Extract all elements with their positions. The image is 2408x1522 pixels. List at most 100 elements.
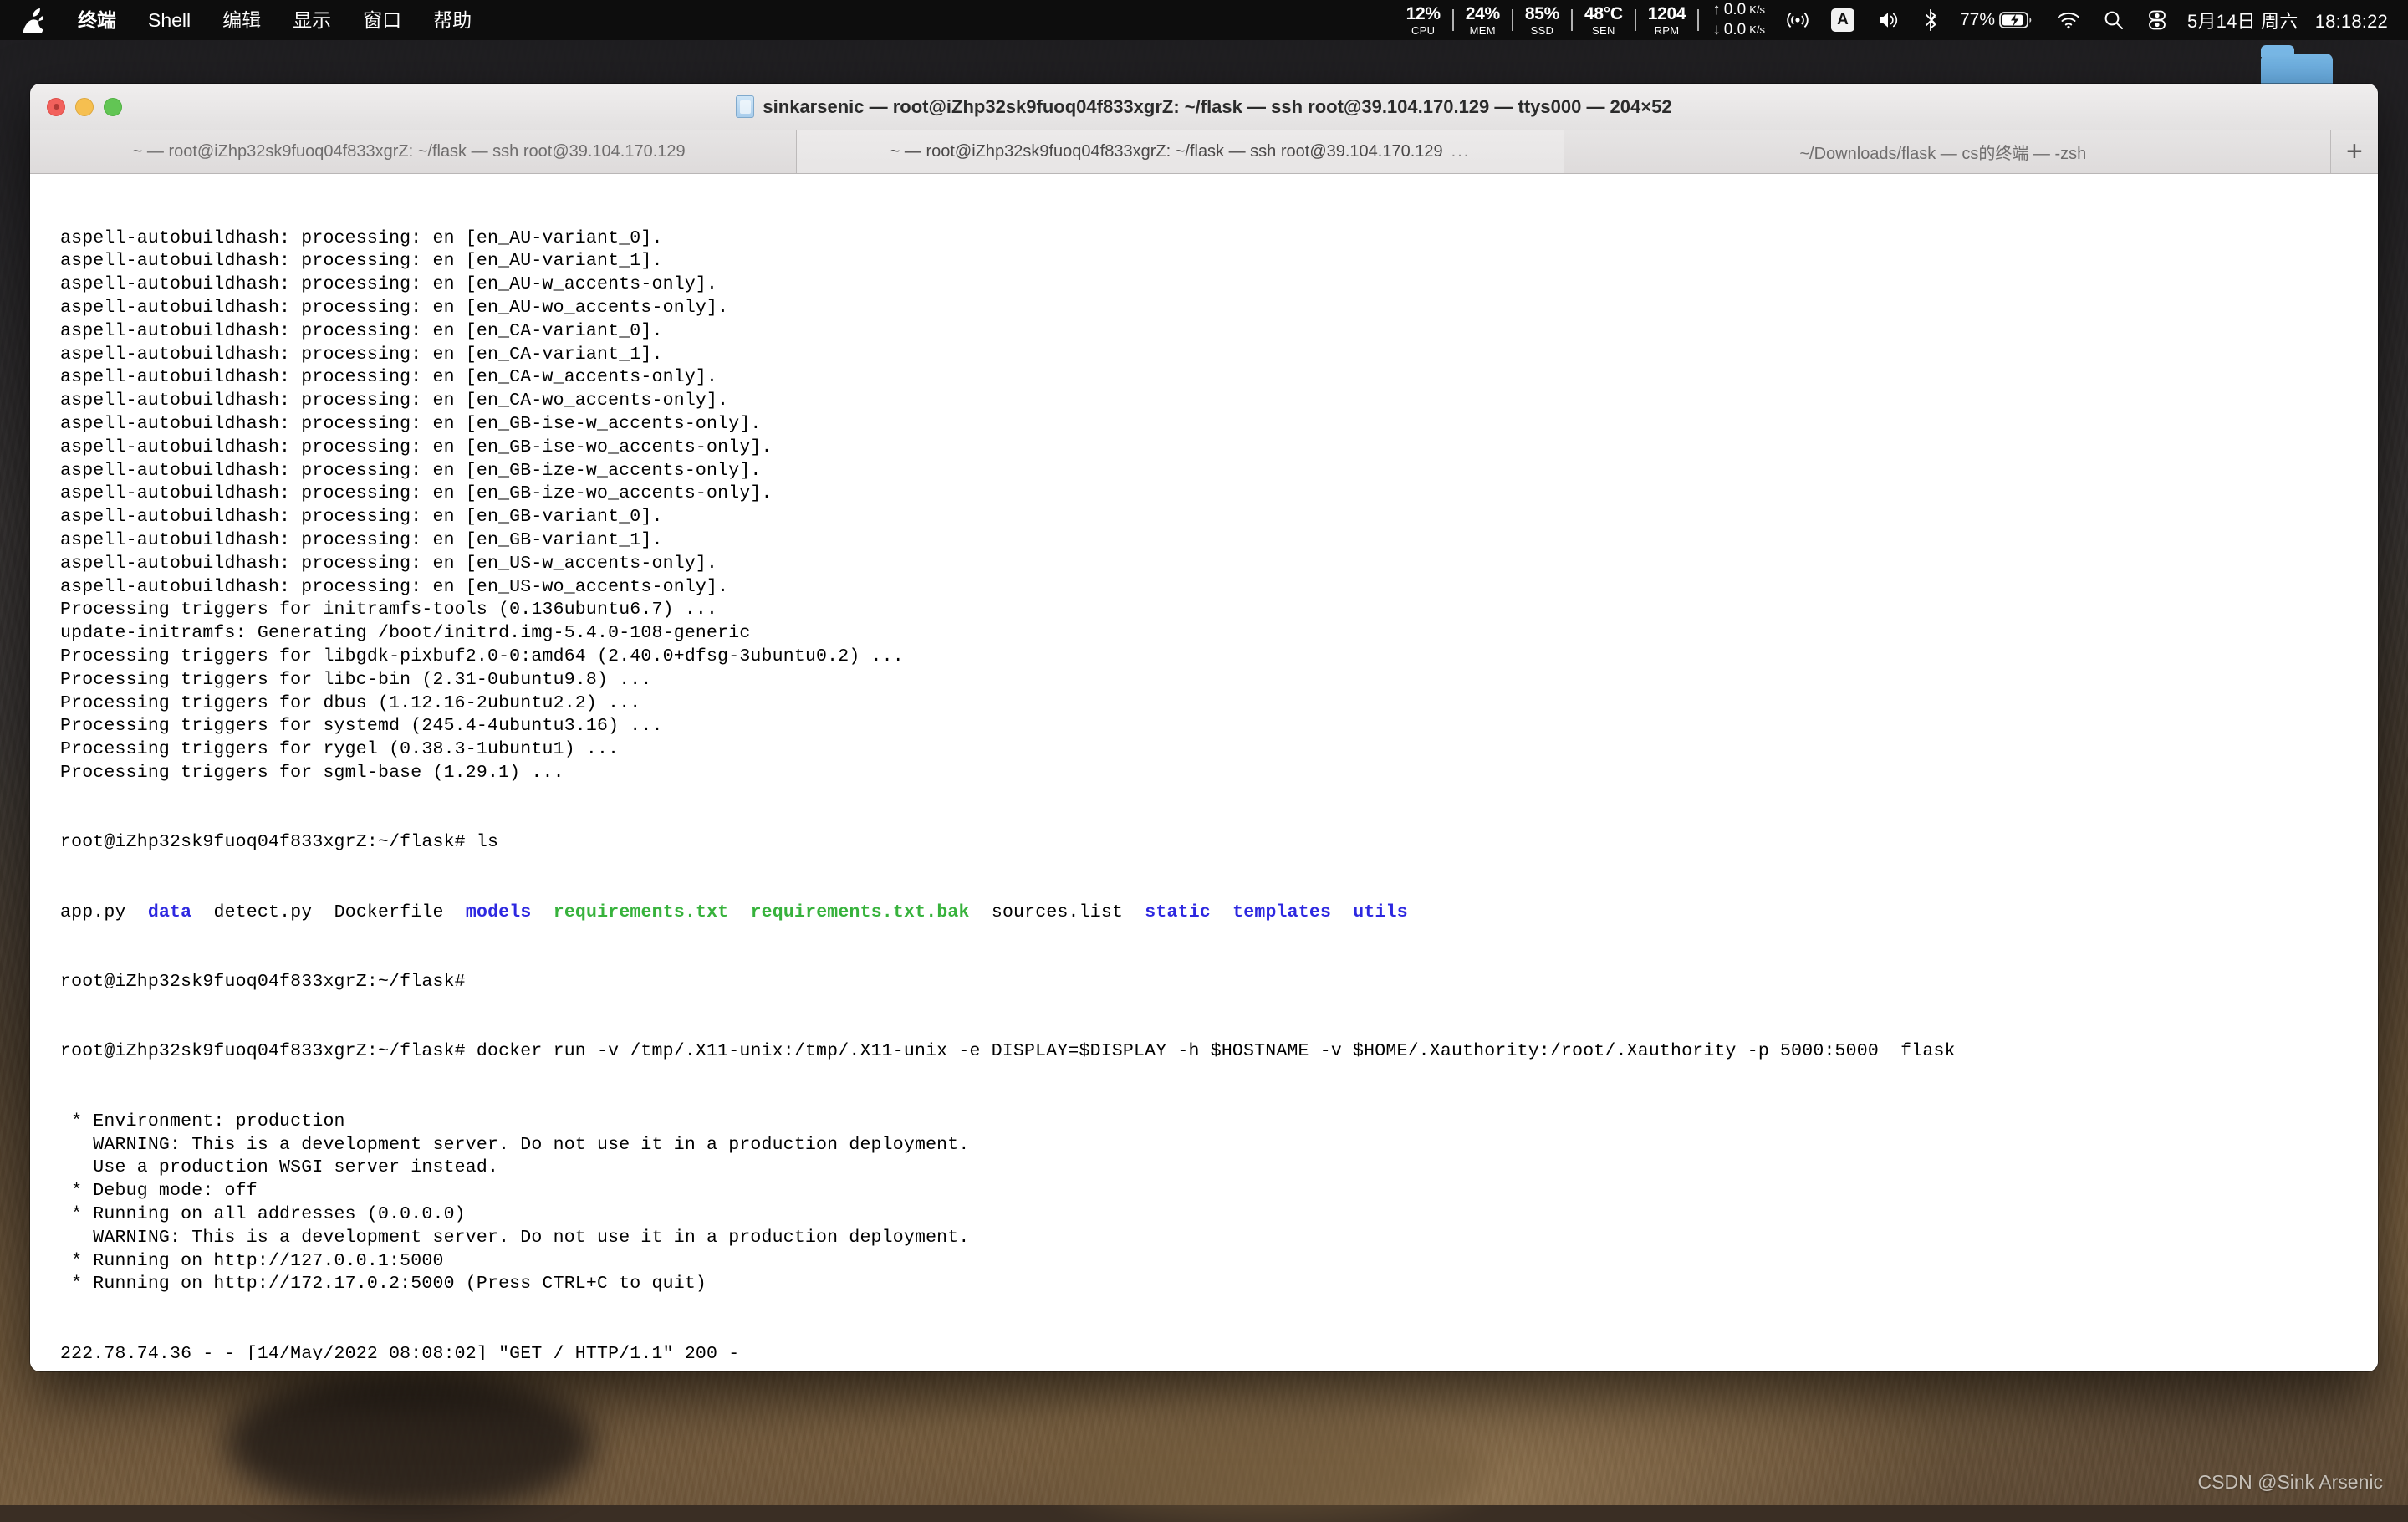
terminal-line: aspell-autobuildhash: processing: en [en… [60,553,2378,576]
ls-entry: data [148,902,191,922]
arrow-up-icon: ↑ [1712,0,1721,20]
input-method-icon[interactable]: A [1820,8,1865,32]
tab-label: ~ — root@iZhp32sk9fuoq04f833xgrZ: ~/flas… [133,142,686,161]
battery-icon[interactable]: 77% [1949,10,2045,30]
stat-mem-label: MEM [1470,25,1496,36]
terminal-window: sinkarsenic — root@iZhp32sk9fuoq04f833xg… [30,84,2378,1371]
window-title-bar[interactable]: sinkarsenic — root@iZhp32sk9fuoq04f833xg… [30,84,2378,130]
apple-menu[interactable] [22,8,62,33]
terminal-line: aspell-autobuildhash: processing: en [en… [60,460,2378,483]
terminal-line: aspell-autobuildhash: processing: en [en… [60,390,2378,413]
search-icon[interactable] [2092,9,2135,31]
terminal-line: * Debug mode: off [60,1180,2378,1203]
network-upload: ↑ 0.0 K/s [1712,0,1765,20]
stat-cpu-label: CPU [1411,25,1435,36]
airplay-icon[interactable] [1775,8,1820,32]
terminal-line: * Running on all addresses (0.0.0.0) [60,1203,2378,1227]
ls-entry: templates [1232,902,1331,922]
wifi-icon[interactable] [2045,10,2092,30]
terminal-line: aspell-autobuildhash: processing: en [en… [60,413,2378,437]
flask-startup-output: * Environment: production WARNING: This … [60,1111,2378,1296]
separator [1452,9,1454,31]
menu-help[interactable]: 帮助 [417,0,487,40]
terminal-line: Processing triggers for rygel (0.38.3-1u… [60,738,2378,762]
terminal-line: update-initramfs: Generating /boot/initr… [60,622,2378,646]
new-tab-button[interactable]: + [2331,130,2378,173]
separator [1697,9,1699,31]
menu-edit[interactable]: 编辑 [207,0,277,40]
terminal-line: aspell-autobuildhash: processing: en [en… [60,483,2378,506]
docker-command: docker run -v /tmp/.X11-unix:/tmp/.X11-u… [477,1041,1956,1061]
input-method-label: A [1831,8,1854,32]
stat-cpu[interactable]: 12% CPU [1395,5,1452,36]
menu-window[interactable]: 窗口 [347,0,417,40]
ls-output-row: app.py data detect.py Dockerfile models … [60,901,2378,925]
terminal-line: * Running on http://172.17.0.2:5000 (Pre… [60,1273,2378,1296]
stat-ssd[interactable]: 85% SSD [1513,5,1571,36]
terminal-prompt-line-ls: root@iZhp32sk9fuoq04f833xgrZ:~/flask# ls [60,831,2378,855]
ls-entry: utils [1353,902,1408,922]
terminal-line: aspell-autobuildhash: processing: en [en… [60,366,2378,390]
network-speed-widget[interactable]: ↑ 0.0 K/s ↓ 0.0 K/s [1699,0,1775,40]
network-download-value: 0.0 [1724,20,1746,40]
volume-icon[interactable] [1865,9,1912,31]
tab-ssh-2[interactable]: ~ — root@iZhp32sk9fuoq04f833xgrZ: ~/flas… [797,130,1564,173]
airplay-glyph [1786,8,1809,32]
system-monitor-widget[interactable]: 12% CPU 24% MEM 85% SSD 48°C SEN 1204 RP… [1395,0,1775,40]
menu-bar-status-items: 12% CPU 24% MEM 85% SSD 48°C SEN 1204 RP… [1395,0,2408,40]
clock-time: 18:18:22 [2315,11,2388,32]
tab-ellipsis: ... [1451,142,1471,161]
terminal-line: aspell-autobuildhash: processing: en [en… [60,576,2378,600]
menu-shell[interactable]: Shell [132,0,207,40]
stat-ssd-value: 85% [1525,5,1559,23]
ls-entry: static [1145,902,1211,922]
separator [1512,9,1513,31]
terminal-prompt-line-docker: root@iZhp32sk9fuoq04f833xgrZ:~/flask# do… [60,1040,2378,1064]
stat-fan-value: 1204 [1648,5,1686,23]
stat-fan-label: RPM [1655,25,1680,36]
menu-terminal[interactable]: 终端 [62,0,132,40]
terminal-line: Use a production WSGI server instead. [60,1157,2378,1180]
bluetooth-glyph [1923,8,1938,32]
tab-ssh-1[interactable]: ~ — root@iZhp32sk9fuoq04f833xgrZ: ~/flas… [30,130,797,173]
wallpaper-object [226,1371,594,1514]
arrow-down-icon: ↓ [1712,20,1721,40]
ls-entry: models [466,902,532,922]
menu-view[interactable]: 显示 [277,0,347,40]
battery-percent-label: 77% [1960,10,1995,30]
stat-mem[interactable]: 24% MEM [1454,5,1512,36]
apple-logo-icon [22,8,43,33]
search-glyph [2103,9,2125,31]
terminal-line: Processing triggers for libc-bin (2.31-0… [60,669,2378,692]
terminal-line: aspell-autobuildhash: processing: en [en… [60,273,2378,297]
terminal-padding [30,1360,2378,1371]
terminal-doc-icon [736,95,754,118]
tab-label: ~ — root@iZhp32sk9fuoq04f833xgrZ: ~/flas… [890,142,1443,161]
terminal-line: * Environment: production [60,1111,2378,1134]
stat-sensor[interactable]: 48°C SEN [1573,5,1635,36]
clock-date: 5月14日 周六 [2187,11,2298,32]
terminal-output[interactable]: aspell-autobuildhash: processing: en [en… [30,174,2378,1360]
tab-local-zsh[interactable]: ~/Downloads/flask — cs的终端 — -zsh [1564,130,2331,173]
control-center-glyph [2146,9,2168,31]
window-title: sinkarsenic — root@iZhp32sk9fuoq04f833xg… [30,95,2378,118]
terminal-line: aspell-autobuildhash: processing: en [en… [60,250,2378,273]
terminal-line: Processing triggers for sgml-base (1.29.… [60,762,2378,785]
ls-entry: detect.py [213,902,312,922]
terminal-line: aspell-autobuildhash: processing: en [en… [60,227,2378,251]
bluetooth-icon[interactable] [1912,8,1949,32]
stat-fan[interactable]: 1204 RPM [1636,5,1698,36]
stat-sensor-value: 48°C [1584,5,1623,23]
menu-bar-clock[interactable]: 5月14日 周六 18:18:22 [2179,7,2388,33]
terminal-line: aspell-autobuildhash: processing: en [en… [60,297,2378,320]
network-download-unit: K/s [1749,23,1765,37]
shell-prompt: root@iZhp32sk9fuoq04f833xgrZ:~/flask# [60,832,477,852]
terminal-line: * Running on http://127.0.0.1:5000 [60,1250,2378,1274]
wifi-glyph [2056,10,2081,30]
control-center-icon[interactable] [2135,9,2179,31]
terminal-line: WARNING: This is a development server. D… [60,1227,2378,1250]
stat-sensor-label: SEN [1592,25,1615,36]
battery-glyph [1999,10,2034,30]
menu-bar: 终端 Shell 编辑 显示 窗口 帮助 12% CPU 24% MEM 85%… [0,0,2408,40]
stat-mem-value: 24% [1466,5,1500,23]
